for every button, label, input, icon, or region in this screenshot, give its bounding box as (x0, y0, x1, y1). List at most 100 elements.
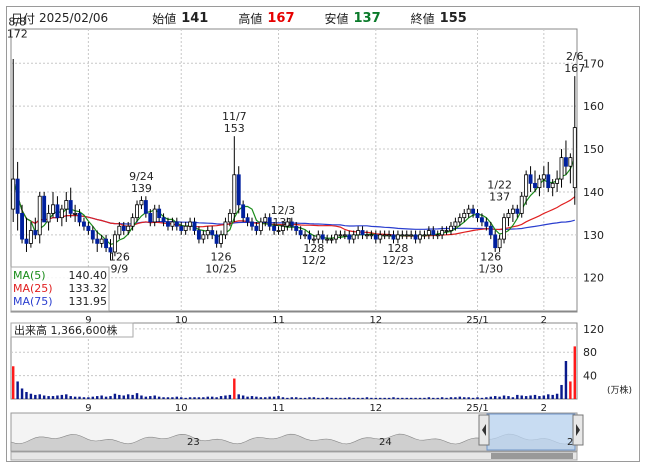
candle-body (112, 234, 117, 253)
candle-body (188, 221, 193, 227)
volume-bar (87, 397, 90, 399)
volume-x-tick-label: 2 (541, 403, 547, 414)
volume-bar (113, 393, 117, 399)
volume-y-tick-label: 40 (583, 370, 597, 383)
candle-body (546, 174, 551, 189)
range-year-label: 24 (379, 437, 392, 448)
volume-bar (547, 394, 550, 399)
price-x-tick-label: 2 (541, 315, 547, 326)
candle-body (373, 234, 378, 240)
volume-bar (91, 396, 95, 399)
volume-bar (82, 397, 86, 399)
volume-bar (423, 397, 426, 399)
volume-bar (56, 395, 59, 399)
candle-body (307, 234, 312, 240)
candle-body (15, 178, 20, 214)
volume-bar (166, 397, 170, 399)
volume-bar (339, 397, 342, 399)
volume-bar (317, 397, 320, 399)
volume-bar (396, 397, 400, 399)
candle-body (250, 221, 254, 227)
candle-body (369, 234, 374, 237)
candle-body (334, 234, 338, 240)
candle-body (493, 234, 498, 249)
volume-bar (20, 388, 24, 399)
candle-body (205, 230, 210, 236)
price-x-tick-label: 12 (369, 315, 382, 326)
candle-body (28, 230, 33, 244)
candle-body (170, 221, 175, 227)
volume-x-tick-label: 9 (85, 403, 91, 414)
annotation-date: 9/9 (110, 263, 128, 276)
volume-bar (436, 397, 439, 399)
candle-body (435, 234, 440, 237)
volume-bar (34, 394, 37, 399)
volume-bar (334, 397, 338, 399)
volume-bar (401, 397, 404, 399)
candle-body (201, 234, 206, 240)
volume-bar (104, 396, 108, 399)
volume-bar (51, 396, 55, 399)
candle-body (241, 204, 246, 219)
volume-bar (471, 397, 475, 399)
annotation-date: 12/2 (302, 254, 327, 267)
volume-bar (427, 397, 431, 399)
annotation-value: 153 (224, 122, 245, 135)
volume-bar (228, 394, 232, 399)
candle-body (24, 238, 29, 244)
volume-bar (149, 396, 152, 399)
volume-bar (542, 395, 546, 399)
candle-body (568, 157, 573, 167)
volume-unit-label: (万株) (607, 384, 632, 396)
volume-bar (188, 397, 192, 399)
volume-bar (387, 397, 391, 399)
candle-body (550, 182, 555, 189)
candle-body (95, 238, 100, 244)
candle-body (555, 178, 560, 184)
candle-body (391, 234, 396, 240)
volume-bar (100, 395, 103, 399)
volume-bar (42, 395, 46, 399)
ma-legend-label: MA(25) (13, 282, 53, 295)
volume-x-tick-label: 12 (369, 403, 382, 414)
candle-body (506, 212, 511, 219)
volume-bar (286, 397, 289, 399)
candle-body (294, 225, 299, 231)
volume-bar (122, 395, 125, 399)
candle-body (258, 221, 263, 231)
volume-bar (480, 397, 484, 399)
candle-body (404, 234, 409, 237)
volume-bar (224, 395, 227, 399)
volume-bar (370, 397, 373, 399)
candle-body (267, 217, 272, 227)
candle-body (365, 234, 369, 237)
volume-bar (365, 397, 369, 399)
candle-body (515, 208, 520, 214)
volume-bar (250, 396, 254, 399)
price-x-tick-label: 25/1 (466, 315, 488, 326)
price-y-tick-label: 130 (583, 229, 604, 242)
volume-bar (16, 381, 19, 399)
range-scrollbar-thumb[interactable] (491, 453, 573, 459)
candle-body (497, 238, 502, 249)
chart-frame: 日付 2025/02/06 始値 141 高値 167 安値 137 終値 15… (6, 6, 640, 462)
candle-body (418, 234, 422, 240)
candle-body (55, 204, 60, 219)
volume-y-tick-label: 120 (583, 323, 604, 336)
annotation-value: 167 (564, 62, 585, 75)
volume-bar (144, 396, 148, 399)
candle-body (139, 200, 144, 206)
candle-body (77, 212, 82, 223)
candle-body (210, 230, 215, 236)
volume-bar (498, 396, 501, 399)
volume-bar (60, 394, 64, 399)
candle-body (135, 204, 139, 219)
stock-chart-svg: 9910101111121225/125/1221201301401501601… (7, 16, 632, 461)
candle-body (68, 200, 73, 214)
candle-body (37, 195, 42, 236)
range-selection[interactable] (486, 413, 576, 451)
annotation-value: 137 (489, 191, 510, 204)
volume-bar (511, 397, 515, 399)
candle-body (488, 225, 493, 236)
volume-bar (343, 397, 347, 399)
